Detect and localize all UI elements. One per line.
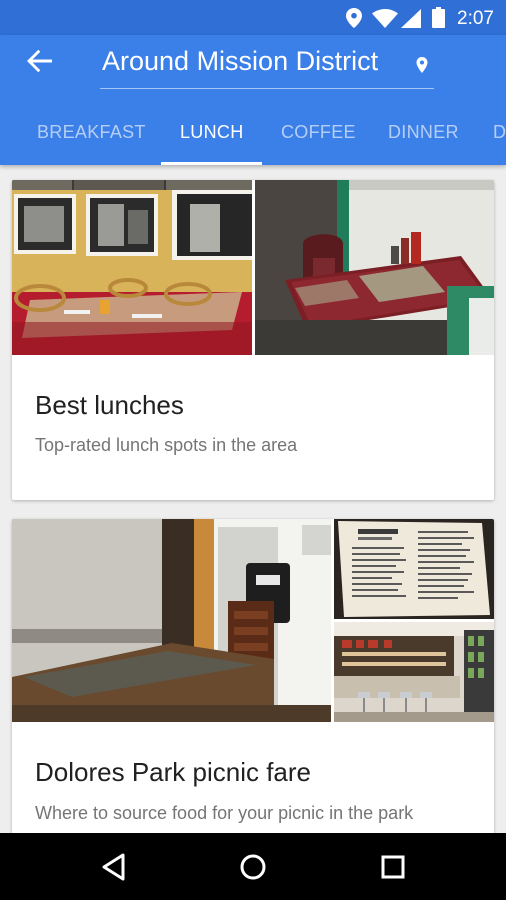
- tab-dinner[interactable]: DINNER: [388, 115, 459, 165]
- tab-coffee[interactable]: COFFEE: [281, 115, 356, 165]
- system-navigation-bar: [0, 833, 506, 900]
- card-title: Best lunches: [35, 390, 184, 420]
- collections-feed[interactable]: Best lunches Top-rated lunch spots in th…: [0, 165, 506, 833]
- tab-breakfast[interactable]: BREAKFAST: [37, 115, 146, 165]
- home-circle-icon[interactable]: [236, 850, 270, 884]
- menu-board-photo: [334, 519, 494, 619]
- tab-lunch[interactable]: LUNCH: [180, 115, 244, 165]
- wifi-icon: [372, 9, 398, 28]
- signal-icon: [401, 9, 421, 28]
- card-subtitle: Top-rated lunch spots in the area: [35, 435, 298, 455]
- card-image-strip: [12, 519, 494, 722]
- clock-time: 2:07: [457, 8, 494, 29]
- tab-partial-next[interactable]: D: [493, 115, 506, 165]
- collection-card-best-lunches[interactable]: Best lunches Top-rated lunch spots in th…: [12, 180, 494, 500]
- collection-card-dolores-park[interactable]: Dolores Park picnic fare Where to source…: [12, 519, 494, 833]
- cafe-interior-photo: [12, 180, 252, 355]
- location-icon: [346, 8, 362, 28]
- card-title: Dolores Park picnic fare: [35, 757, 311, 787]
- active-tab-indicator: [161, 162, 262, 165]
- map-pin-icon[interactable]: [410, 53, 434, 77]
- table-by-window-photo: [12, 519, 331, 722]
- battery-icon: [432, 7, 445, 28]
- status-bar: 2:07: [0, 0, 506, 35]
- app-bar: Around Mission District BREAKFAST LUNCH …: [0, 35, 506, 165]
- card-subtitle: Where to source food for your picnic in …: [35, 803, 414, 823]
- recents-square-icon[interactable]: [376, 850, 410, 884]
- page-title: Around Mission District: [102, 46, 379, 76]
- category-tabs: BREAKFAST LUNCH COFFEE DINNER D: [0, 115, 506, 165]
- location-title-field[interactable]: Around Mission District: [100, 41, 434, 89]
- back-arrow-icon[interactable]: [20, 45, 60, 77]
- bakery-counter-photo: [334, 622, 494, 722]
- diner-table-photo: [255, 180, 494, 355]
- back-triangle-icon[interactable]: [96, 850, 130, 884]
- card-image-strip: [12, 180, 494, 355]
